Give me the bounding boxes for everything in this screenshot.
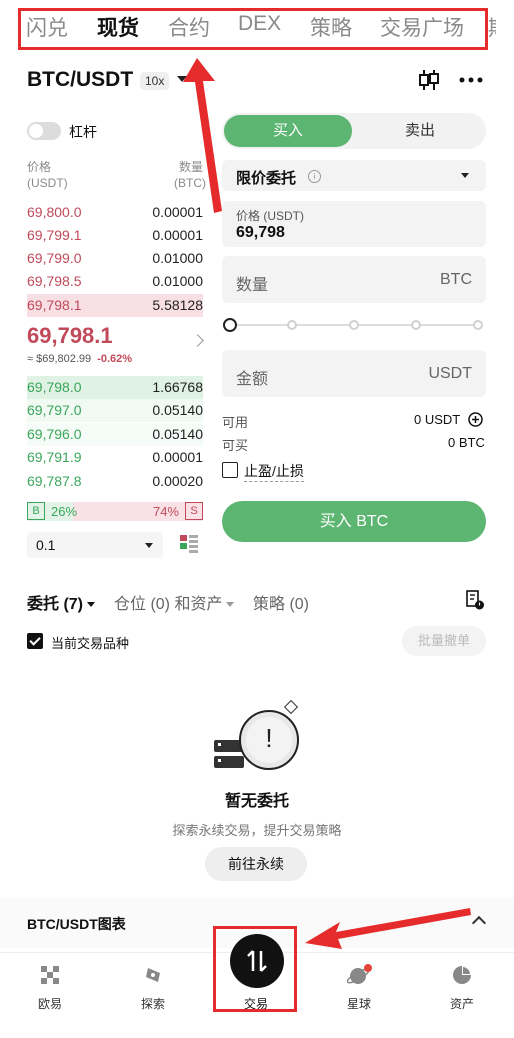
annotation-arrows xyxy=(183,58,471,949)
